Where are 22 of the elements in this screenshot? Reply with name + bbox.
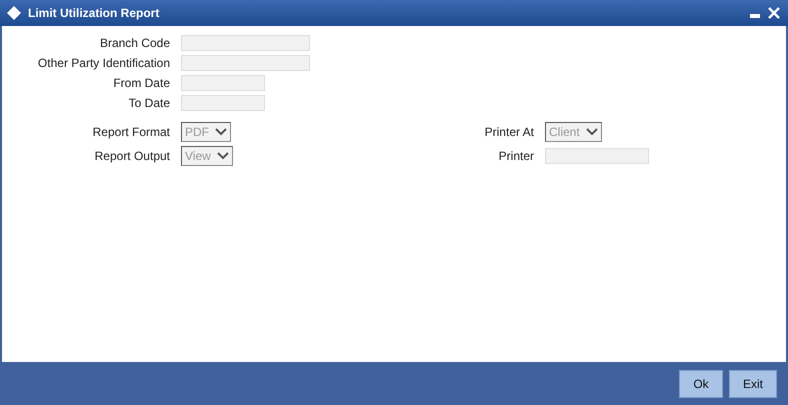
field-label: Report Format <box>92 125 170 139</box>
diamond-icon <box>6 5 22 21</box>
dialog-button[interactable]: Ok <box>679 370 723 398</box>
input-field[interactable] <box>181 95 265 111</box>
window-title: Limit Utilization Report <box>28 6 160 20</box>
field-label: From Date <box>112 76 170 90</box>
field-label: Printer <box>498 149 534 163</box>
chevron-down-icon <box>586 128 598 136</box>
field-label: Printer At <box>484 125 534 139</box>
input-field[interactable] <box>545 148 649 164</box>
field-label: Branch Code <box>98 36 170 50</box>
input-field[interactable] <box>181 35 310 51</box>
field-label: Report Output <box>94 149 170 163</box>
chevron-down-icon <box>215 128 227 136</box>
input-field[interactable] <box>181 55 310 71</box>
minimize-icon[interactable] <box>750 14 760 18</box>
input-field[interactable] <box>181 75 265 91</box>
chevron-down-icon <box>216 152 229 160</box>
close-icon[interactable] <box>768 7 780 19</box>
field-label: To Date <box>128 96 170 110</box>
dialog-button[interactable]: Exit <box>729 370 777 398</box>
field-label: Other Party Identification <box>36 56 170 70</box>
